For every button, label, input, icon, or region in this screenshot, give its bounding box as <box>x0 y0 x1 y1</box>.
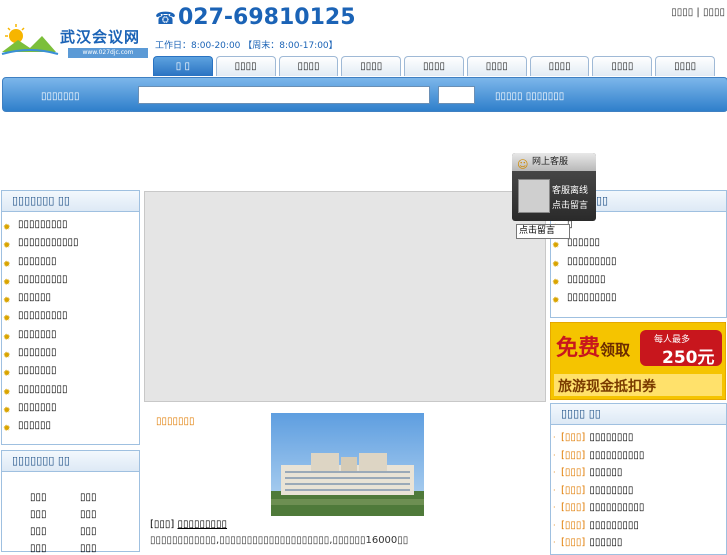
left-region-title: ▯▯▯▯▯▯▯ ▯▯ <box>2 451 139 472</box>
list-item[interactable]: · [▯▯▯] ▯▯▯▯▯▯▯▯▯▯ <box>551 499 726 517</box>
featured-hotel-link: [▯▯▯] ▯▯▯▯▯▯▯▯▯ <box>150 519 227 530</box>
list-item[interactable]: · [▯▯▯] ▯▯▯▯▯▯ <box>551 534 726 552</box>
left-category-title: ▯▯▯▯▯▯▯ ▯▯ <box>2 191 139 212</box>
list-item[interactable]: ▯▯▯ <box>80 492 130 503</box>
list-item[interactable]: ✹ ▯▯▯▯▯▯ <box>2 289 139 307</box>
tab-5[interactable]: ▯▯▯▯ <box>404 56 464 76</box>
search-button[interactable] <box>438 86 475 104</box>
tab-3[interactable]: ▯▯▯▯ <box>278 56 339 76</box>
customer-service-header: ☺ 网上客服 <box>512 153 596 171</box>
list-item[interactable]: ✹ ▯▯▯▯▯▯▯▯▯ <box>2 381 139 399</box>
bullet-icon: · <box>553 468 556 477</box>
list-item[interactable]: ✹ ▯▯▯▯▯▯ <box>551 234 726 252</box>
agent-avatar <box>518 179 550 213</box>
list-item[interactable]: ✹ ▯▯▯▯▯▯▯ <box>551 271 726 289</box>
sun-icon: ✹ <box>552 296 560 307</box>
bullet-icon: · <box>553 485 556 495</box>
customer-service-widget[interactable]: ☺ 网上客服 客服离线 点击留言 <box>512 153 596 221</box>
right-top-list: ✹▯ ✹▯▯▯▯▯▯ ✹▯▯▯▯▯▯▯▯▯ ✹▯▯▯▯▯▯▯ ✹▯▯▯▯▯▯▯▯… <box>551 212 726 307</box>
tab-6[interactable]: ▯▯▯▯ <box>466 56 527 76</box>
bullet-icon: · <box>553 520 556 530</box>
logo-text: 武汉会议网 <box>60 28 141 46</box>
list-item[interactable]: ✹ ▯▯▯▯▯▯▯▯▯ <box>2 307 139 325</box>
right-news-list: · [▯▯▯] ▯▯▯▯▯▯▯▯ · [▯▯▯] ▯▯▯▯▯▯▯▯▯▯ · [▯▯▯] ▯▯… <box>551 425 726 552</box>
sun-icon: ✹ <box>3 424 11 435</box>
list-item[interactable]: · [▯▯▯] ▯▯▯▯▯▯▯▯ <box>551 482 726 500</box>
featured-hotel-title: ▯▯▯▯▯▯▯ <box>156 416 195 427</box>
main-nav: ▯ ▯ ▯▯▯▯ ▯▯▯▯ ▯▯▯▯ ▯▯▯▯ ▯▯▯▯ ▯▯▯▯ ▯▯▯▯ ▯… <box>153 56 718 76</box>
tab-7[interactable]: ▯▯▯▯ <box>529 56 590 76</box>
top-link-1[interactable]: ▯▯▯▯ <box>671 7 693 18</box>
smiley-icon: ☺ <box>517 158 529 171</box>
bullet-icon: · <box>553 433 556 442</box>
bullet-icon: · <box>553 503 556 512</box>
phone-number: 027-69810125 <box>178 5 356 30</box>
list-item[interactable]: · [▯▯▯] ▯▯▯▯▯▯▯▯▯ <box>551 517 726 535</box>
search-bar: ▯▯▯▯▯▯▯ ▯▯▯▯▯ ▯▯▯▯▯▯▯ <box>2 77 727 112</box>
list-item[interactable]: · [▯▯▯] ▯▯▯▯▯▯▯▯▯▯ <box>551 447 726 465</box>
list-item[interactable]: ✹ ▯▯▯▯▯▯▯ <box>2 344 139 362</box>
top-link-separator: | <box>696 7 700 18</box>
hotel-link[interactable]: ▯▯▯▯▯▯▯▯▯ <box>178 519 228 530</box>
top-links: ▯▯▯▯ | ▯▯▯▯ <box>671 7 725 18</box>
logo-url: www.027djc.com <box>68 48 148 58</box>
promo-amount: 250元 <box>662 348 715 368</box>
top-link-2[interactable]: ▯▯▯▯ <box>703 7 725 18</box>
list-item[interactable]: ✹ ▯▯▯▯▯▯▯▯▯ <box>2 216 139 234</box>
bullet-icon: · <box>553 450 556 460</box>
list-item[interactable]: ✹ ▯▯▯▯▯▯▯ <box>2 326 139 344</box>
list-item[interactable]: ▯▯▯ <box>80 526 130 537</box>
tab-9[interactable]: ▯▯▯▯ <box>655 56 716 76</box>
hotel-tag: [▯▯▯] <box>150 519 175 530</box>
service-status: 客服离线 <box>552 186 589 196</box>
leave-message-link[interactable]: 点击留言 <box>552 198 588 211</box>
list-item[interactable]: ✹ ▯▯▯▯▯▯▯▯▯▯▯ <box>2 234 139 252</box>
right-news-title: ▯▯▯▯ ▯▯ <box>551 404 726 425</box>
promo-big-text: 免费领取 <box>556 336 631 361</box>
banner-placeholder[interactable] <box>144 191 546 402</box>
list-item[interactable]: ✹ ▯▯▯▯▯▯ <box>2 417 139 435</box>
business-hours: 工作日：8:00-20:00 【周末：8:00-17:00】 <box>155 41 338 51</box>
right-news-panel: ▯▯▯▯ ▯▯ · [▯▯▯] ▯▯▯▯▯▯▯▯ · [▯▯▯] ▯▯▯▯▯▯▯▯▯▯ … <box>550 403 727 555</box>
list-item[interactable]: · [▯▯▯] ▯▯▯▯▯▯ <box>551 464 726 482</box>
list-item[interactable]: ✹ ▯▯▯▯▯▯▯▯▯ <box>551 253 726 271</box>
list-item[interactable]: ▯▯▯ <box>30 509 80 520</box>
search-hot-links[interactable]: ▯▯▯▯▯ ▯▯▯▯▯▯▯ <box>495 91 564 102</box>
promo-banner[interactable]: 免费领取 每人最多 250元 旅游现金抵扣券 <box>549 321 727 401</box>
list-item[interactable]: · [▯▯▯] ▯▯▯▯▯▯▯▯ <box>551 429 726 447</box>
list-item[interactable]: ✹ ▯▯▯▯▯▯▯ <box>2 253 139 271</box>
phone-icon: ☎ <box>155 9 177 29</box>
hotel-photo[interactable] <box>271 413 424 516</box>
left-category-list: ✹ ▯▯▯▯▯▯▯▯▯ ✹ ▯▯▯▯▯▯▯▯▯▯▯ ✹ ▯▯▯▯▯▯▯ ✹ ▯▯▯▯▯▯… <box>2 212 139 436</box>
tab-2[interactable]: ▯▯▯▯ <box>215 56 276 76</box>
list-item[interactable]: ✹ ▯▯▯▯▯▯▯▯▯ <box>551 289 726 307</box>
list-item[interactable]: ▯▯▯ <box>30 492 80 503</box>
tab-8[interactable]: ▯▯▯▯ <box>592 56 653 76</box>
leave-message-tooltip: 点击留言 <box>516 224 570 239</box>
hotel-description: ▯▯▯▯▯▯▯▯▯▯▯▯,▯▯▯▯▯▯▯▯▯▯▯▯▯▯▯▯▯▯▯▯,▯▯▯▯▯▯… <box>150 535 409 546</box>
tab-home[interactable]: ▯ ▯ <box>153 56 213 76</box>
promo-sub: 旅游现金抵扣券 <box>558 379 656 395</box>
bullet-icon: · <box>553 538 556 547</box>
search-input[interactable] <box>138 86 430 104</box>
list-item[interactable]: ▯▯▯ <box>80 509 130 520</box>
tab-4[interactable]: ▯▯▯▯ <box>341 56 402 76</box>
search-label: ▯▯▯▯▯▯▯ <box>41 91 80 102</box>
list-item[interactable]: ✹ ▯▯▯▯▯▯▯ <box>2 362 139 380</box>
list-item[interactable]: ▯▯▯ <box>30 526 80 537</box>
list-item[interactable]: ✹ ▯▯▯▯▯▯▯▯▯ <box>2 271 139 289</box>
list-item[interactable]: ✹ ▯▯▯▯▯▯▯ <box>2 399 139 417</box>
left-category-panel: ▯▯▯▯▯▯▯ ▯▯ ✹ ▯▯▯▯▯▯▯▯▯ ✹ ▯▯▯▯▯▯▯▯▯▯▯ ✹ ▯▯▯▯… <box>1 190 140 445</box>
